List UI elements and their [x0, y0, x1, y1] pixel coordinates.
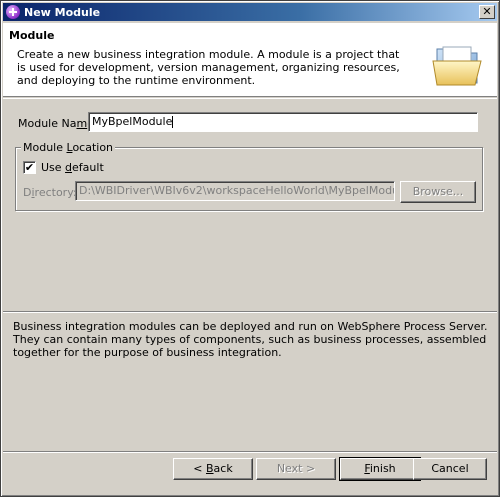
page-title: Module: [9, 29, 55, 42]
title-bar[interactable]: New Module ✕: [3, 3, 497, 21]
new-module-dialog: New Module ✕ Module Create a new busines…: [0, 0, 500, 497]
directory-label: Directory:: [23, 186, 77, 199]
finish-button[interactable]: Finish: [339, 457, 421, 481]
module-location-label: Module Location: [21, 141, 116, 154]
module-name-input[interactable]: MyBpelModule: [88, 112, 478, 132]
module-name-label: Module Name: [18, 117, 94, 130]
page-description: Create a new business integration module…: [17, 48, 400, 87]
folder-icon: [432, 46, 482, 86]
wizard-icon: [6, 5, 20, 19]
window-title: New Module: [24, 5, 101, 19]
cancel-button[interactable]: Cancel: [413, 458, 487, 480]
use-default-label[interactable]: Use default: [41, 161, 104, 174]
button-bar-separator: [3, 451, 497, 453]
header-separator: [3, 98, 497, 99]
close-button[interactable]: ✕: [479, 5, 495, 19]
info-separator: [3, 311, 497, 313]
use-default-checkbox[interactable]: ✔: [23, 161, 36, 174]
info-text: Business integration modules can be depl…: [13, 320, 488, 359]
directory-input[interactable]: D:\WBIDriver\WBIv6v2\workspaceHelloWorld…: [75, 181, 395, 201]
browse-button[interactable]: Browse...: [400, 181, 476, 203]
wizard-header: Module Create a new business integration…: [3, 23, 497, 97]
back-button[interactable]: < Back: [173, 458, 253, 480]
next-button[interactable]: Next >: [256, 458, 336, 480]
